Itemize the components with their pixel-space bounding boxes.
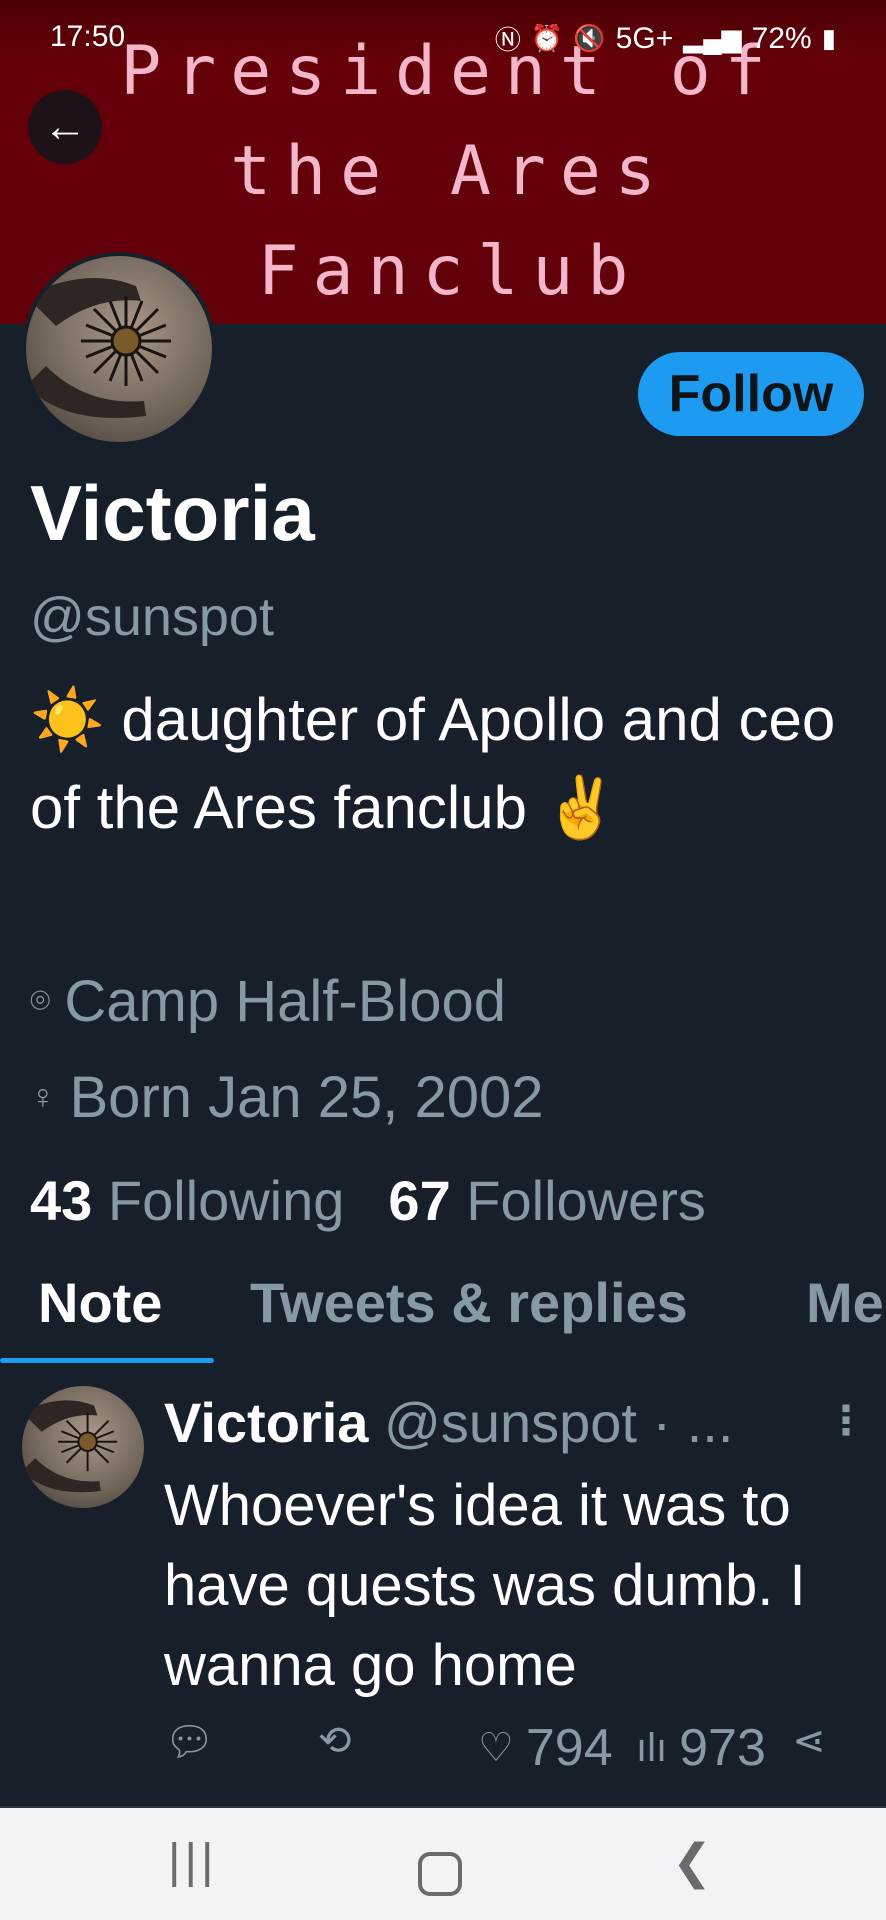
profile-name: Victoria — [30, 469, 315, 557]
followers-count: 67 — [388, 1169, 451, 1232]
tweet-author-handle: @sunspot — [383, 1391, 637, 1454]
recent-apps-icon[interactable]: ||| — [168, 1834, 217, 1889]
views-button[interactable]: ılı 973 — [636, 1718, 766, 1778]
profile-bio: ☀️ daughter of Apollo and ceo of the Are… — [30, 676, 850, 852]
arrow-left-icon: ← — [43, 102, 87, 151]
more-options-icon[interactable]: ⋮ — [826, 1398, 866, 1444]
signal-icon: ▂▄▆ — [683, 23, 742, 53]
tweet-avatar[interactable] — [22, 1386, 144, 1508]
heart-icon: ♡ — [478, 1726, 514, 1770]
banner-text: President of the Ares Fanclub — [120, 22, 780, 322]
sun-emoji-icon: ☀️ — [30, 686, 105, 753]
follow-counts: 43 Following 67 Followers — [30, 1168, 706, 1233]
reply-icon: 💬︎ — [164, 1720, 215, 1764]
tab-media[interactable]: Me — [806, 1270, 884, 1335]
status-time: 17:50 — [50, 20, 126, 53]
retweet-icon: ⟲ — [318, 1719, 352, 1763]
like-count: 794 — [525, 1719, 613, 1777]
banner-line-2: the Ares — [230, 132, 670, 211]
share-icon: ⋖ — [792, 1719, 826, 1763]
back-button[interactable]: ← — [28, 90, 102, 164]
view-count: 973 — [679, 1719, 766, 1777]
bar-chart-icon: ılı — [636, 1725, 668, 1770]
tweet-timestamp: · ... — [652, 1391, 734, 1454]
profile-location: ⌾ Camp Half-Blood — [30, 968, 506, 1035]
victory-hand-emoji-icon: ✌️ — [543, 774, 619, 841]
tab-note[interactable]: Note — [38, 1270, 162, 1335]
sun-amulet-image — [26, 278, 171, 418]
system-nav-bar: ||| ❮ — [0, 1808, 886, 1920]
balloon-icon: ♀ — [30, 1078, 56, 1116]
status-icons: Ⓝ ⏰ 🔇 5G+ ▂▄▆ 72% ▮ — [495, 20, 836, 57]
followers-link[interactable]: 67 Followers — [388, 1168, 705, 1233]
tweet-author-name[interactable]: Victoria — [164, 1391, 368, 1454]
followers-label: Followers — [466, 1169, 706, 1232]
share-button[interactable]: ⋖ — [792, 1718, 826, 1764]
following-count: 43 — [30, 1169, 93, 1232]
profile-handle: @sunspot — [30, 587, 274, 647]
battery-icon: ▮ — [821, 23, 836, 53]
banner-line-3: Fanclub — [257, 232, 643, 311]
mute-icon: 🔇 — [573, 23, 606, 53]
home-icon[interactable] — [418, 1852, 462, 1896]
birthday-text: Born Jan 25, 2002 — [69, 1065, 544, 1130]
tweet-actions: 💬︎ ⟲ ♡ 794 ılı 973 ⋖ — [0, 1718, 886, 1778]
tweet-text[interactable]: Whoever's idea it was to have quests was… — [164, 1466, 864, 1706]
alarm-icon: ⏰ — [530, 23, 564, 53]
retweet-button[interactable]: ⟲ — [318, 1718, 352, 1764]
profile-birthday: ♀ Born Jan 25, 2002 — [30, 1064, 544, 1131]
active-tab-indicator — [0, 1358, 214, 1363]
location-text: Camp Half-Blood — [64, 969, 507, 1034]
follow-button[interactable]: Follow — [638, 352, 864, 436]
sun-amulet-image — [22, 1400, 118, 1493]
battery-label: 72% — [751, 21, 812, 55]
profile-tabs: Note Tweets & replies Me — [0, 1270, 886, 1366]
tweet-header: Victoria @sunspot · ... — [164, 1390, 733, 1455]
network-label: 5G+ — [615, 21, 674, 55]
tab-tweets-replies[interactable]: Tweets & replies — [250, 1270, 688, 1335]
location-pin-icon: ⌾ — [30, 982, 51, 1020]
profile-avatar[interactable] — [22, 252, 216, 446]
like-button[interactable]: ♡ 794 — [478, 1718, 613, 1778]
following-label: Following — [107, 1169, 345, 1232]
following-link[interactable]: 43 Following — [30, 1168, 344, 1233]
bio-text: daughter of Apollo and ceo of the Ares f… — [30, 686, 836, 841]
reply-button[interactable]: 💬︎ — [164, 1718, 215, 1765]
back-nav-icon[interactable]: ❮ — [672, 1834, 712, 1890]
nfc-icon: Ⓝ — [494, 25, 521, 55]
